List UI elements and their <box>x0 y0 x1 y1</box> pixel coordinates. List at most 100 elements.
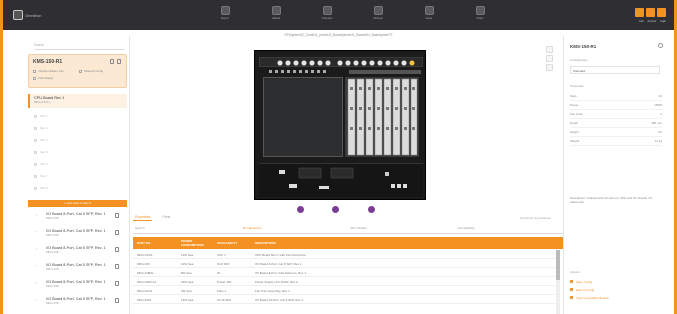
zoom-out-icon[interactable] <box>546 55 553 62</box>
slot-indicator <box>34 187 37 190</box>
slot-item[interactable]: Slot 5 <box>40 150 48 154</box>
trash-icon[interactable] <box>115 264 119 269</box>
slot-indicator <box>34 175 37 178</box>
column-header[interactable]: POWER CONSUMPTION <box>177 239 213 247</box>
expand-icon[interactable]: › <box>36 298 37 302</box>
option-shared-config[interactable]: Shared Config <box>79 69 103 73</box>
trash-icon[interactable] <box>115 247 119 252</box>
filter-cpu[interactable]: CPU Models <box>348 226 456 234</box>
trash-icon[interactable] <box>115 281 119 286</box>
column-header[interactable]: DESCRIPTION <box>251 241 555 245</box>
search-input[interactable]: Search <box>34 42 124 50</box>
toolbar-label: Settings <box>373 17 383 20</box>
configuration-select[interactable]: Standard <box>570 66 660 74</box>
page-dot-2[interactable] <box>332 206 339 213</box>
board-item[interactable]: › I/O Board 8-Port, Cat 5 SFP, Rev. 1 MF… <box>28 278 127 294</box>
expand-icon[interactable]: › <box>36 247 37 251</box>
device-card[interactable]: KMS-150-R1 Include Hidden Info Shared Co… <box>28 54 127 88</box>
slot-item[interactable]: Slot 2 <box>40 114 48 118</box>
slot-item[interactable]: Slot 8 <box>40 186 48 190</box>
rack-card-slots[interactable] <box>345 77 419 157</box>
property-key: Power <box>570 103 579 107</box>
column-header[interactable]: PART NO. <box>133 241 177 245</box>
slot-indicator <box>34 139 37 142</box>
rack-chassis-image[interactable] <box>254 50 426 200</box>
scrollbar-thumb[interactable] <box>556 250 560 280</box>
cell-availability: IO <box>217 270 221 275</box>
trash-icon[interactable] <box>115 230 119 235</box>
checkbox[interactable] <box>79 69 82 73</box>
cart-icon[interactable] <box>635 8 644 17</box>
slot-item[interactable]: Slot 3 <box>40 126 48 130</box>
property-row: Depth 485 mm <box>570 121 662 128</box>
toolbar-label: Upload <box>271 17 281 20</box>
board-item[interactable]: › I/O Board 8-Port, Cat 5 SFP, Rev. 1 MF… <box>28 295 127 311</box>
slot-item[interactable]: Slot 7 <box>40 174 48 178</box>
slot-item[interactable]: Slot 4 <box>40 138 48 142</box>
rack-power-section[interactable] <box>259 163 423 197</box>
page-dot-3[interactable] <box>368 206 375 213</box>
settings-icon <box>373 6 383 15</box>
table-row[interactable]: MFG-FAN1 4W Sea Fans 1 Fan Tray Assembly… <box>133 287 555 295</box>
toolbar-settings-button[interactable]: Settings <box>366 6 390 20</box>
login-icon[interactable] <box>657 8 666 17</box>
table-scrollbar[interactable] <box>556 250 560 314</box>
toolbar-export-button[interactable]: Export <box>213 6 237 20</box>
table-row[interactable]: MFG-PWR-A1 15W Sea Power 150 Power Suppl… <box>133 278 555 286</box>
export-config-link[interactable]: Export Config <box>570 288 594 292</box>
account-icon[interactable] <box>646 8 655 17</box>
app-logo[interactable]: Omnitron <box>13 9 47 21</box>
rack-display-slot[interactable] <box>263 77 343 157</box>
expand-icon[interactable]: › <box>36 281 37 285</box>
toolbar-label: Notes <box>476 17 484 20</box>
download-link[interactable]: Download Spreadsheet <box>520 216 551 220</box>
add-card-button[interactable]: + Add Card to Slot 9 <box>28 200 127 207</box>
board-item[interactable]: › I/O Board 8-Port, Cat 5 SFP, Rev. 1 MF… <box>28 227 127 243</box>
account-tiles <box>635 8 666 17</box>
board-item[interactable]: › I/O Board 8-Port, Cat 5 SFP, Rev. 1 MF… <box>28 244 127 260</box>
expand-icon[interactable]: › <box>36 213 37 217</box>
toolbar-overview-button[interactable]: Overview <box>315 6 339 20</box>
tab-ports[interactable]: Ports <box>160 214 172 221</box>
option-hidden-info[interactable]: Include Hidden Info <box>33 69 64 73</box>
selected-board-item[interactable]: CPU Board Rev 1 MFG-CPU-1 <box>28 94 127 108</box>
property-value: 4U <box>658 130 662 134</box>
fit-icon[interactable] <box>546 64 553 71</box>
property-key: Height <box>570 130 579 134</box>
export-icon <box>220 6 230 15</box>
tab-properties[interactable]: Properties <box>133 214 153 221</box>
column-header[interactable]: AVAILABILITY <box>213 241 251 245</box>
checkbox[interactable] <box>33 76 36 80</box>
toolbar-close-button[interactable]: Close <box>417 6 441 20</box>
account-label: Account <box>647 20 657 23</box>
page-dot-1[interactable] <box>297 206 304 213</box>
option-label: Shared Config <box>84 69 104 73</box>
table-row[interactable]: MFG-IO16 14W Sea IO-16 SFP I/O Board 16-… <box>133 296 555 304</box>
option-full-display[interactable]: Full Display <box>33 76 54 80</box>
expand-icon[interactable]: › <box>36 230 37 234</box>
filter-category[interactable]: All Categories <box>240 226 348 234</box>
board-item[interactable]: › I/O Board 8-Port, Cat 5 SFP, Rev. 1 MF… <box>28 210 127 226</box>
toolbar-notes-button[interactable]: Notes <box>468 6 492 20</box>
close-icon[interactable] <box>658 43 663 48</box>
zoom-in-icon[interactable] <box>546 46 553 53</box>
save-config-link[interactable]: Save Config <box>570 280 592 284</box>
trash-icon[interactable] <box>115 298 119 303</box>
board-item[interactable]: › I/O Board 8-Port, Cat 5 SFP, Rev. 1 MF… <box>28 261 127 277</box>
toolbar-upload-button[interactable]: Upload <box>264 6 288 20</box>
filter-compat[interactable]: Compatibility <box>455 226 563 234</box>
trash-icon[interactable] <box>115 213 119 218</box>
table-row[interactable]: MFG-CPU1 11W Sea CPU 1 CPU Board Rev 1 w… <box>133 251 555 259</box>
copy-icon[interactable] <box>110 59 114 64</box>
checkbox[interactable] <box>33 69 36 73</box>
table-row[interactable]: MFG-IO8FE 8W Sea IO I/O Board 8-Port, Fa… <box>133 269 555 277</box>
slot-item[interactable]: Slot 6 <box>40 162 48 166</box>
filter-search[interactable]: Search <box>133 226 241 234</box>
view-compatible-link[interactable]: View Compatible Boards <box>570 296 609 300</box>
table-row[interactable]: MFG-IO8 12W Sea IO-8 SFP I/O Board 8-Por… <box>133 260 555 268</box>
trash-icon[interactable] <box>117 59 121 64</box>
property-key: Fan Units <box>570 112 583 116</box>
device-title: KMS-150-R1 <box>33 59 63 65</box>
expand-icon[interactable]: › <box>36 264 37 268</box>
notes-icon <box>475 6 485 15</box>
